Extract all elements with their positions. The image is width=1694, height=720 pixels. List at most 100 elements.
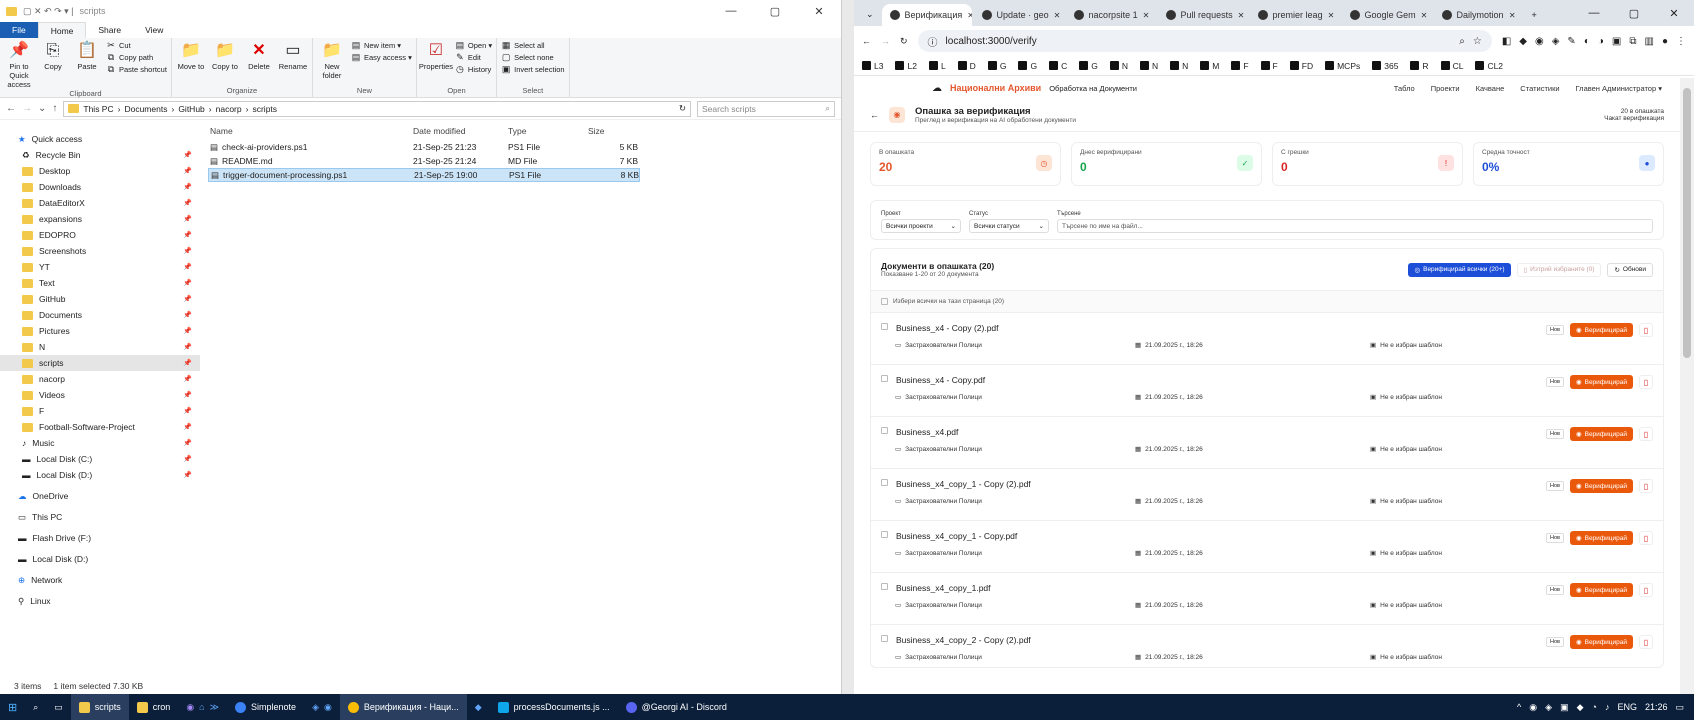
- back-arrow-icon[interactable]: ←: [6, 103, 16, 114]
- pin-icon[interactable]: 📌: [183, 183, 192, 191]
- nav-quick-item[interactable]: YT 📌: [0, 259, 200, 275]
- minimize-button[interactable]: —: [1574, 0, 1614, 26]
- edit-button[interactable]: ✎ Edit: [455, 52, 492, 62]
- delete-button[interactable]: ✕ Delete: [244, 40, 274, 71]
- search-input[interactable]: Search scripts ⌕: [697, 100, 835, 117]
- nav-projects[interactable]: Проекти: [1431, 84, 1460, 93]
- copy-path-button[interactable]: ⧉ Copy path: [106, 52, 167, 62]
- tab-close-icon[interactable]: ✕: [1509, 11, 1516, 20]
- delete-button[interactable]: ▯: [1639, 583, 1653, 597]
- extension-icon[interactable]: ◈: [1552, 36, 1560, 47]
- pin-quick-access-button[interactable]: 📌 Pin to Quick access: [4, 40, 34, 89]
- tab-close-icon[interactable]: ✕: [1421, 11, 1428, 20]
- address-bar[interactable]: This PC › Documents › GitHub › nacorp › scri…: [63, 100, 691, 117]
- select-all-button[interactable]: ▦ Select all: [501, 40, 564, 50]
- tab-share[interactable]: Share: [86, 25, 133, 35]
- pin-icon[interactable]: 📌: [183, 471, 192, 479]
- project-select[interactable]: Всички проекти ⌄: [881, 219, 961, 233]
- breadcrumb-item[interactable]: scripts: [252, 104, 277, 114]
- tab-close-icon[interactable]: ✕: [1054, 11, 1061, 20]
- history-button[interactable]: ◷ History: [455, 64, 492, 74]
- pin-icon[interactable]: 📌: [183, 327, 192, 335]
- delete-button[interactable]: ▯: [1639, 375, 1653, 389]
- browser-tab[interactable]: nacorpsite 1 ✕: [1066, 4, 1156, 26]
- copy-to-button[interactable]: 📁 Copy to: [210, 40, 240, 71]
- select-all-row[interactable]: Избери всички на тази страница (20): [871, 291, 1663, 313]
- row-checkbox[interactable]: [881, 375, 888, 382]
- pin-icon[interactable]: 📌: [183, 151, 192, 159]
- tray-app-icon[interactable]: ◆: [1577, 702, 1584, 713]
- pin-icon[interactable]: 📌: [183, 407, 192, 415]
- bookmark-star-icon[interactable]: ☆: [1473, 36, 1482, 47]
- pin-icon[interactable]: 📌: [183, 199, 192, 207]
- row-checkbox[interactable]: [881, 323, 888, 330]
- extension-icon[interactable]: ▣: [1612, 36, 1621, 47]
- pin-icon[interactable]: 📌: [183, 215, 192, 223]
- paste-shortcut-button[interactable]: ⧉ Paste shortcut: [106, 64, 167, 74]
- forward-arrow-icon[interactable]: →: [22, 103, 32, 114]
- back-arrow-icon[interactable]: ←: [862, 36, 871, 46]
- paste-button[interactable]: 📋 Paste: [72, 40, 102, 71]
- bookmark-item[interactable]: D: [957, 61, 976, 71]
- browser-tab[interactable]: Google Gem ✕: [1342, 4, 1432, 26]
- nav-quick-item[interactable]: EDOPRO 📌: [0, 227, 200, 243]
- open-button[interactable]: ▤ Open ▾: [455, 40, 492, 50]
- bookmark-item[interactable]: M: [1200, 61, 1219, 71]
- bookmark-item[interactable]: G: [1079, 61, 1098, 71]
- new-folder-button[interactable]: 📁 New folder: [317, 40, 347, 80]
- delete-button[interactable]: ▯: [1639, 531, 1653, 545]
- tab-close-icon[interactable]: ✕: [1328, 11, 1335, 20]
- delete-button[interactable]: ▯: [1639, 479, 1653, 493]
- document-row[interactable]: Business_x4_copy_1 - Copy (2).pdf ▭ Застра…: [871, 469, 1663, 521]
- tray-chevron-icon[interactable]: ^: [1517, 702, 1521, 712]
- nav-this-pc[interactable]: ▭ This PC: [0, 509, 200, 525]
- nav-quick-item[interactable]: Text 📌: [0, 275, 200, 291]
- nav-quick-item[interactable]: Desktop 📌: [0, 163, 200, 179]
- pin-icon[interactable]: 📌: [183, 167, 192, 175]
- delete-selected-button[interactable]: ▯ Изтрий избраните (0): [1516, 262, 1602, 277]
- row-checkbox[interactable]: [881, 479, 888, 486]
- pin-icon[interactable]: 📌: [183, 359, 192, 367]
- nav-local-disk-d[interactable]: ▬ Local Disk (D:): [0, 551, 200, 567]
- verify-button[interactable]: ◉ Верифицирай: [1569, 323, 1633, 337]
- select-all-checkbox[interactable]: [881, 298, 888, 305]
- easy-access-button[interactable]: ▤ Easy access ▾: [351, 52, 412, 62]
- nav-quick-item[interactable]: Screenshots 📌: [0, 243, 200, 259]
- document-name[interactable]: Business_x4_copy_2 - Copy (2).pdf: [896, 635, 1031, 645]
- taskbar-chrome[interactable]: Верификация - Наци...: [339, 694, 467, 720]
- extension-icon[interactable]: ◐: [1584, 36, 1590, 47]
- language-indicator[interactable]: ENG: [1617, 702, 1637, 712]
- nav-quick-item[interactable]: DataEditorX 📌: [0, 195, 200, 211]
- bookmark-item[interactable]: 365: [1372, 61, 1398, 71]
- back-arrow-icon[interactable]: ←: [870, 110, 879, 120]
- bookmark-item[interactable]: F: [1260, 61, 1278, 71]
- extension-icon[interactable]: ◑: [1598, 36, 1604, 47]
- invert-selection-button[interactable]: ▣ Invert selection: [501, 64, 565, 74]
- document-row[interactable]: Business_x4_copy_1 - Copy.pdf ▭ Застрахова…: [871, 521, 1663, 573]
- taskbar-pinned-apps-2[interactable]: ◈ ◉: [304, 694, 340, 720]
- bookmark-item[interactable]: N: [1139, 61, 1158, 71]
- nav-quick-item[interactable]: Pictures 📌: [0, 323, 200, 339]
- row-checkbox[interactable]: [881, 427, 888, 434]
- nav-quick-access[interactable]: ★ Quick access: [0, 131, 200, 147]
- document-row[interactable]: Business_x4 - Copy (2).pdf ▭ Застраховател…: [871, 313, 1663, 365]
- maximize-button[interactable]: ▢: [1614, 0, 1654, 26]
- notifications-icon[interactable]: ▭: [1675, 702, 1684, 713]
- tab-close-icon[interactable]: ✕: [967, 11, 971, 20]
- refresh-button[interactable]: ↻ Обнови: [1607, 262, 1653, 277]
- menu-icon[interactable]: ⋮: [1676, 36, 1686, 47]
- bookmark-item[interactable]: G: [1018, 61, 1037, 71]
- close-button[interactable]: ✕: [1654, 0, 1694, 26]
- taskbar-discord[interactable]: @Georgi AI - Discord: [618, 694, 735, 720]
- verify-all-button[interactable]: ◎ Верифицирай всички (20+): [1408, 262, 1511, 277]
- nav-flash-drive[interactable]: ▬ Flash Drive (F:): [0, 530, 200, 546]
- nav-quick-item[interactable]: Videos 📌: [0, 387, 200, 403]
- browser-tab[interactable]: Dailymotion ✕: [1434, 4, 1524, 26]
- nav-upload[interactable]: Качване: [1476, 84, 1505, 93]
- tab-file[interactable]: File: [0, 22, 38, 38]
- bookmark-item[interactable]: R: [1410, 61, 1429, 71]
- delete-button[interactable]: ▯: [1639, 323, 1653, 337]
- start-button[interactable]: ⊞: [0, 694, 25, 720]
- delete-button[interactable]: ▯: [1639, 635, 1653, 649]
- bookmark-item[interactable]: CL: [1440, 61, 1463, 71]
